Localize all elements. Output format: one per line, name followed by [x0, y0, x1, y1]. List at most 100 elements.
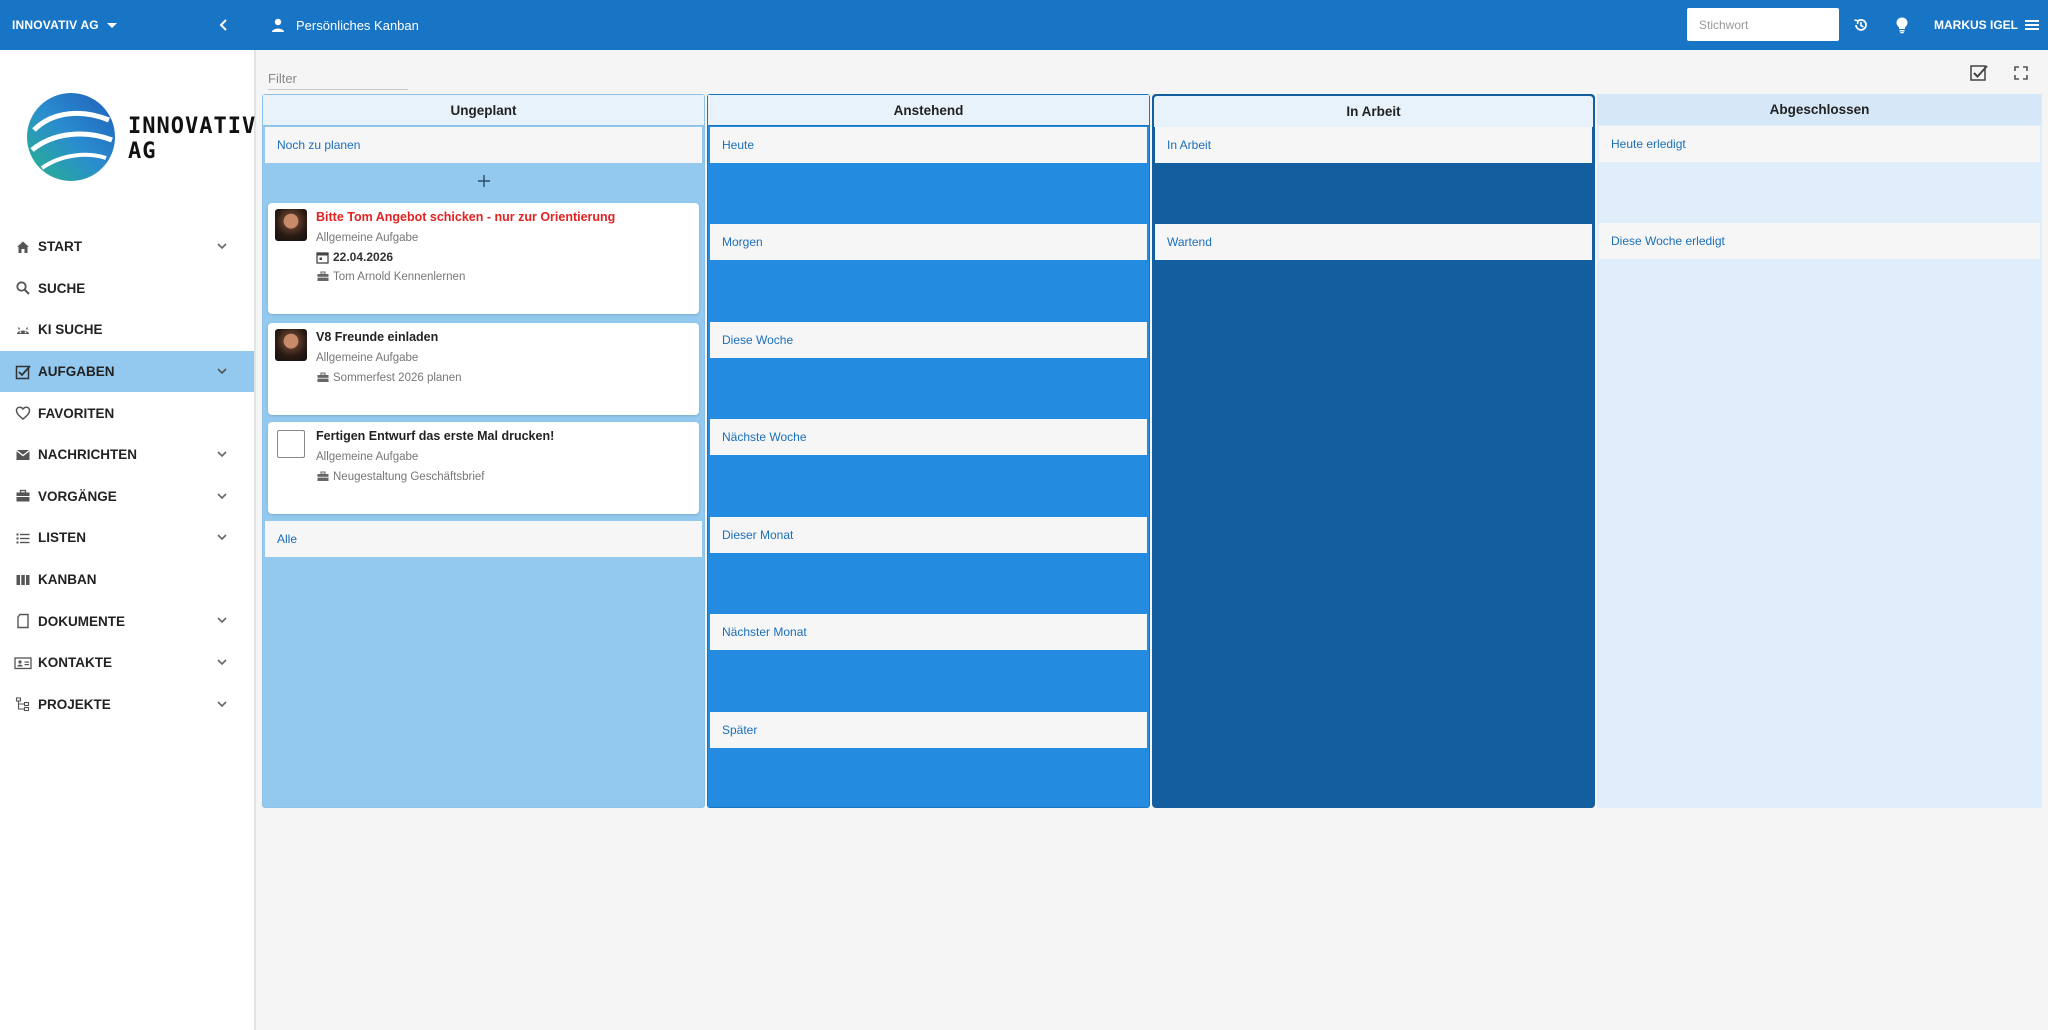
calendar-icon [316, 251, 329, 264]
chevron-down-icon [217, 368, 227, 374]
section-diese-woche[interactable]: Diese Woche [710, 322, 1147, 358]
task-card[interactable]: V8 Freunde einladen Allgemeine Aufgabe S… [268, 323, 699, 415]
chevron-down-icon [217, 451, 227, 458]
sidebar-item-projekte[interactable]: PROJEKTE [0, 684, 254, 726]
section-heute[interactable]: Heute [710, 127, 1147, 163]
sidebar-item-favoriten[interactable]: FAVORITEN [0, 392, 254, 434]
sidebar-item-label: KONTAKTE [38, 655, 112, 671]
section-wartend[interactable]: Wartend [1155, 224, 1592, 260]
main-nav: START SUCHE KI SUCHE AUFGABEN FAVORITEN … [0, 226, 254, 725]
sidebar-item-label: NACHRICHTEN [38, 447, 137, 463]
heart-icon [14, 404, 32, 422]
task-card[interactable]: Bitte Tom Angebot schicken - nur zur Ori… [268, 203, 699, 314]
document-icon [14, 612, 32, 630]
kanban-icon [14, 571, 32, 589]
hamburger-menu-icon [2025, 20, 2039, 30]
sidebar-item-label: VORGÄNGE [38, 488, 117, 504]
sidebar-item-label: KANBAN [38, 572, 97, 588]
task-due-date: 22.04.2026 [316, 250, 393, 264]
section-spaeter[interactable]: Später [710, 712, 1147, 748]
briefcase-icon [316, 470, 329, 483]
sidebar-item-ki-suche[interactable]: KI SUCHE [0, 309, 254, 351]
task-checkbox[interactable] [277, 430, 305, 458]
section-noch-zu-planen[interactable]: Noch zu planen [265, 127, 702, 163]
project-name: Neugestaltung Geschäftsbrief [333, 470, 485, 483]
list-icon [14, 529, 32, 547]
task-type: Allgemeine Aufgabe [316, 352, 419, 364]
section-naechste-woche[interactable]: Nächste Woche [710, 419, 1147, 455]
add-task-button[interactable] [263, 171, 704, 191]
section-diese-woche-erledigt[interactable]: Diese Woche erledigt [1599, 223, 2040, 259]
sidebar: INNOVATIV AG START SUCHE KI SUCHE AUFGAB… [0, 50, 256, 1030]
section-morgen[interactable]: Morgen [710, 224, 1147, 260]
section-heute-erledigt[interactable]: Heute erledigt [1599, 126, 2040, 162]
plus-icon [477, 175, 490, 187]
tips-button[interactable] [1890, 13, 1914, 37]
logo-text-line2: AG [128, 139, 157, 164]
section-in-arbeit[interactable]: In Arbeit [1155, 127, 1592, 163]
project-name: Sommerfest 2026 planen [333, 371, 462, 384]
project-tree-icon [14, 695, 32, 713]
page-title-text: Persönliches Kanban [296, 17, 419, 33]
person-icon [272, 18, 284, 32]
column-abgeschlossen: Abgeschlossen Heute erledigt Diese Woche… [1597, 94, 2042, 808]
fullscreen-button[interactable] [2010, 62, 2032, 84]
task-project: Tom Arnold Kennenlernen [316, 270, 465, 283]
chevron-down-icon [217, 492, 227, 499]
section-naechster-monat[interactable]: Nächster Monat [710, 614, 1147, 650]
sidebar-item-dokumente[interactable]: DOKUMENTE [0, 600, 254, 642]
chevron-left-icon [219, 19, 227, 31]
column-title: In Arbeit [1154, 96, 1593, 127]
sidebar-item-label: SUCHE [38, 280, 86, 296]
lightbulb-icon [1896, 17, 1908, 34]
sidebar-item-label: PROJEKTE [38, 696, 111, 712]
search-icon [14, 279, 32, 297]
sidebar-item-kontakte[interactable]: KONTAKTE [0, 642, 254, 684]
sidebar-item-listen[interactable]: LISTEN [0, 517, 254, 559]
sidebar-item-aufgaben[interactable]: AUFGABEN [0, 350, 254, 393]
page-title: Persönliches Kanban [270, 0, 419, 50]
toggle-done-button[interactable] [1968, 62, 1990, 84]
sidebar-item-suche[interactable]: SUCHE [0, 268, 254, 310]
top-bar: INNOVATIV AG Persönliches Kanban MARKUS … [0, 0, 2048, 50]
sidebar-item-label: START [38, 239, 82, 255]
chevron-down-icon [217, 700, 227, 707]
sidebar-item-label: DOKUMENTE [38, 613, 125, 629]
task-project: Sommerfest 2026 planen [316, 371, 462, 384]
task-type: Allgemeine Aufgabe [316, 451, 419, 463]
kanban-board: Ungeplant Noch zu planen Bitte Tom Angeb… [262, 94, 2042, 808]
sidebar-item-nachrichten[interactable]: NACHRICHTEN [0, 434, 254, 476]
sidebar-item-start[interactable]: START [0, 226, 254, 268]
sidebar-item-vorgaenge[interactable]: VORGÄNGE [0, 476, 254, 518]
sidebar-item-label: FAVORITEN [38, 405, 115, 421]
avatar [275, 209, 307, 241]
chevron-down-icon [217, 617, 227, 624]
task-type: Allgemeine Aufgabe [316, 232, 419, 244]
task-card[interactable]: Fertigen Entwurf das erste Mal drucken! … [268, 422, 699, 514]
caret-down-icon [106, 22, 117, 28]
sidebar-item-label: AUFGABEN [38, 364, 115, 380]
filter-input[interactable] [268, 68, 408, 90]
logo-text: INNOVATIV AG [128, 114, 256, 164]
search-input[interactable] [1687, 8, 1839, 41]
chevron-down-icon [217, 534, 227, 541]
sidebar-item-kanban[interactable]: KANBAN [0, 559, 254, 601]
section-alle[interactable]: Alle [265, 521, 702, 557]
company-selector[interactable]: INNOVATIV AG [12, 0, 117, 50]
column-title: Ungeplant [263, 95, 704, 126]
briefcase-icon [316, 371, 329, 384]
user-name: MARKUS IGEL [1934, 18, 2018, 32]
chevron-down-icon [217, 659, 227, 666]
avatar [275, 329, 307, 361]
robot-icon [14, 321, 32, 339]
task-title: V8 Freunde einladen [316, 330, 439, 344]
collapse-sidebar-button[interactable] [212, 13, 236, 37]
logo-sphere-icon [27, 93, 115, 181]
section-dieser-monat[interactable]: Dieser Monat [710, 517, 1147, 553]
mail-icon [14, 446, 32, 464]
history-button[interactable] [1849, 13, 1873, 37]
chevron-down-icon [217, 243, 227, 250]
due-date-text: 22.04.2026 [333, 250, 394, 264]
company-logo[interactable]: INNOVATIV AG [24, 90, 255, 190]
user-menu[interactable]: MARKUS IGEL [1934, 0, 2040, 50]
